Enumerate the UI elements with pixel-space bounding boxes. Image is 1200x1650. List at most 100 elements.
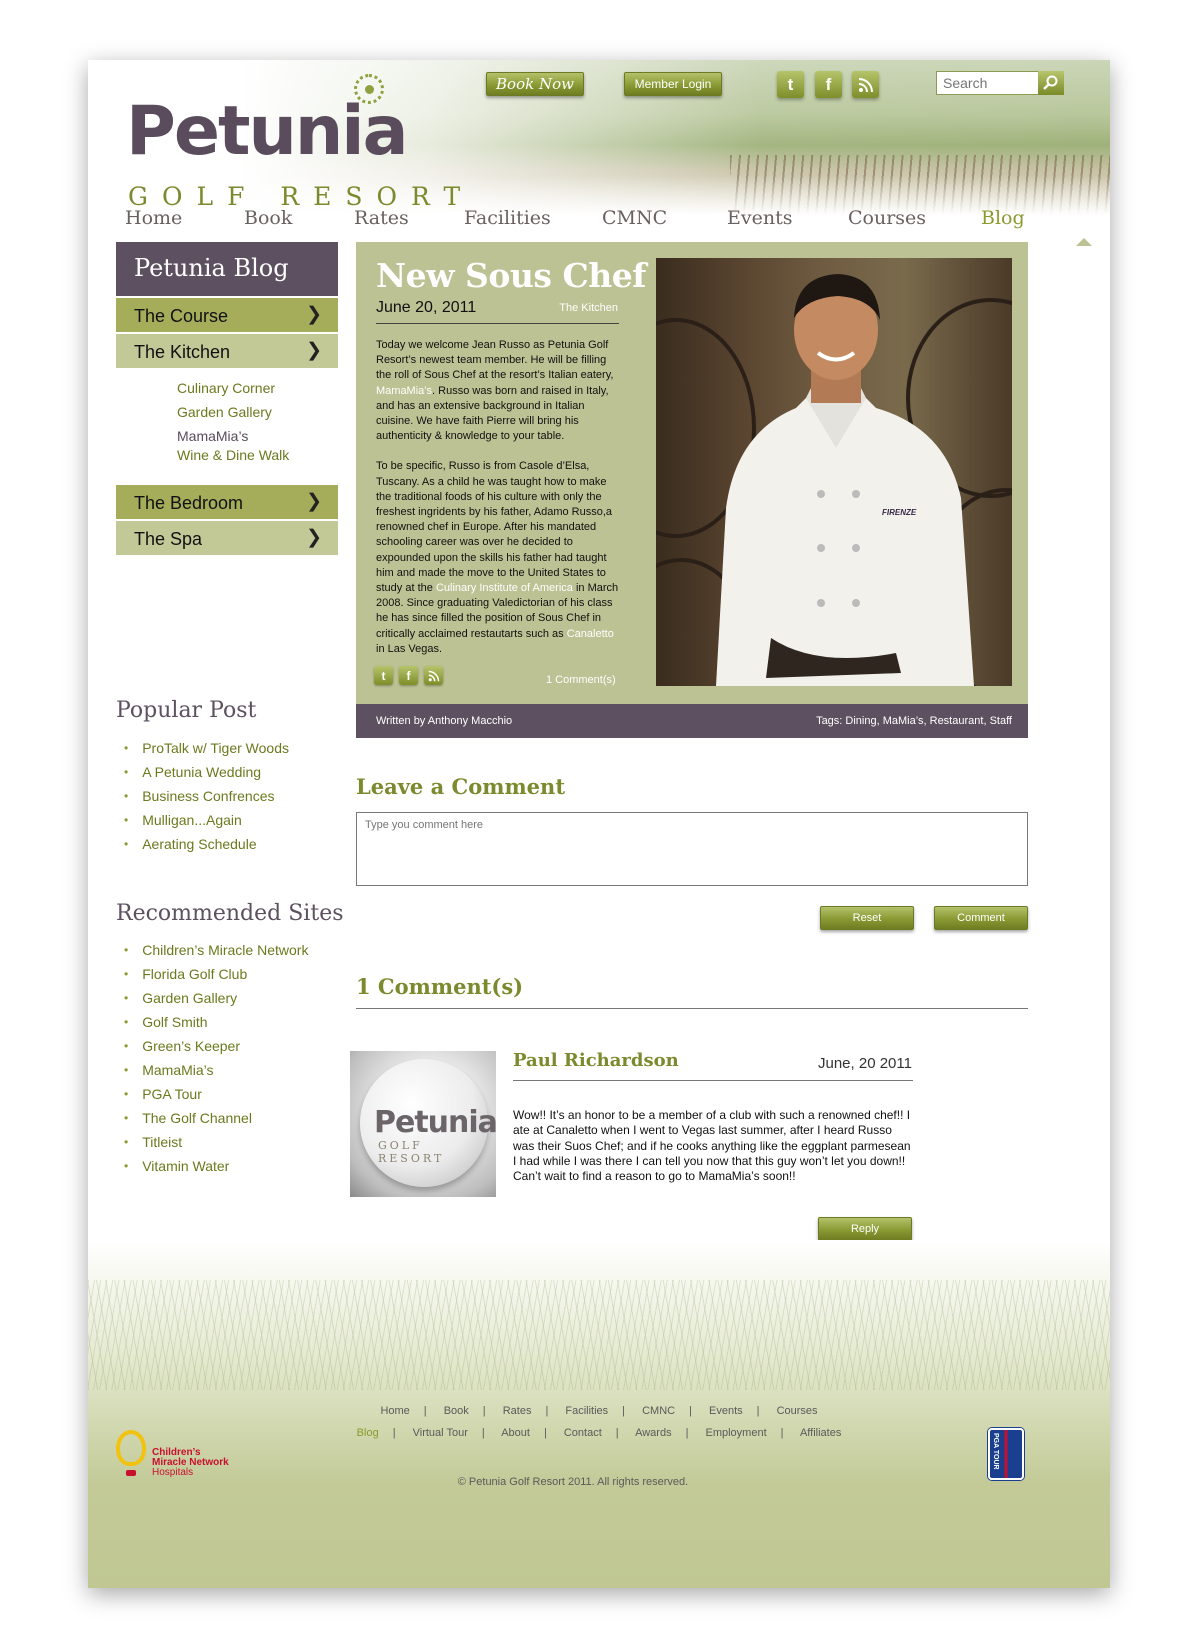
cmn-line: Hospitals <box>152 1467 194 1478</box>
sidebar-item-the-spa[interactable]: The Spa ❯ <box>116 521 338 556</box>
main-nav: Home Book Rates Facilities CMNC Events C… <box>88 205 1110 246</box>
twitter-icon[interactable]: t <box>374 666 393 685</box>
post-text: To be specific, Russo is from Casole d’E… <box>376 460 613 595</box>
twitter-icon[interactable]: t <box>777 71 804 98</box>
search-input[interactable] <box>937 72 1037 94</box>
sidebar-item-label: The Course <box>134 306 229 326</box>
footer-link-home[interactable]: Home <box>380 1405 409 1417</box>
popular-link[interactable]: Mulligan...Again <box>142 812 242 828</box>
nav-cmnc[interactable]: CMNC <box>602 207 667 229</box>
comment-divider <box>513 1080 913 1081</box>
logo[interactable]: Petunia GOLF RESORT <box>126 74 460 211</box>
footer-link-book[interactable]: Book <box>444 1405 469 1417</box>
popular-post-title: Popular Post <box>116 698 257 723</box>
pga-tour-logo[interactable]: PGA TOUR <box>988 1428 1024 1480</box>
nav-courses[interactable]: Courses <box>848 207 926 229</box>
list-item: Children’s Miracle Network <box>124 938 308 962</box>
nav-events[interactable]: Events <box>727 207 792 229</box>
recommended-link[interactable]: Titleist <box>142 1134 182 1150</box>
chevron-right-icon: ❯ <box>306 304 322 325</box>
list-item: Garden Gallery <box>124 986 308 1010</box>
kitchen-sub-links: Culinary Corner Garden Gallery MamaMia’s… <box>177 380 289 471</box>
list-item: Titleist <box>124 1130 308 1154</box>
footer-link-blog[interactable]: Blog <box>357 1427 379 1439</box>
facebook-icon[interactable]: f <box>815 71 842 98</box>
cmn-hospitals-logo[interactable]: Children’s Miracle Network Hospitals <box>116 1430 246 1490</box>
comment-textarea[interactable] <box>356 812 1028 886</box>
sidebar-item-the-course[interactable]: The Course ❯ <box>116 298 338 333</box>
nav-book[interactable]: Book <box>244 207 292 229</box>
tag-link[interactable]: MaMia’s <box>883 715 924 727</box>
comment-count-link[interactable]: 1 Comment(s) <box>546 674 616 686</box>
book-now-button[interactable]: Book Now <box>486 72 584 96</box>
rss-icon[interactable] <box>852 71 879 98</box>
recommended-link[interactable]: Golf Smith <box>142 1014 207 1030</box>
popular-link[interactable]: Aerating Schedule <box>142 836 256 852</box>
nav-home[interactable]: Home <box>125 207 182 229</box>
golf-ball-image: Petunia GOLF RESORT <box>360 1059 498 1187</box>
footer-link-facilities[interactable]: Facilities <box>565 1405 608 1417</box>
commenter-name[interactable]: Paul Richardson <box>513 1050 679 1071</box>
sidebar-item-the-kitchen[interactable]: The Kitchen ❯ <box>116 334 338 369</box>
footer-link-employment[interactable]: Employment <box>706 1427 767 1439</box>
post-tags: Tags: Dining, MaMia’s, Restaurant, Staff <box>816 715 1012 727</box>
author-link[interactable]: Anthony Macchio <box>428 715 512 727</box>
footer-link-cmnc[interactable]: CMNC <box>642 1405 675 1417</box>
tag-link[interactable]: Restaurant <box>930 715 984 727</box>
canaletto-link[interactable]: Canaletto <box>567 628 614 640</box>
recommended-link[interactable]: MamaMia’s <box>142 1062 213 1078</box>
post-footer: Written by Anthony Macchio Tags: Dining,… <box>356 704 1028 738</box>
list-item: Golf Smith <box>124 1010 308 1034</box>
reset-button[interactable]: Reset <box>820 906 914 930</box>
list-item: Aerating Schedule <box>124 832 289 856</box>
popular-link[interactable]: ProTalk w/ Tiger Woods <box>142 740 289 756</box>
footer-link-events[interactable]: Events <box>709 1405 743 1417</box>
recommended-link[interactable]: Florida Golf Club <box>142 966 247 982</box>
reply-button[interactable]: Reply <box>818 1217 912 1241</box>
facebook-icon[interactable]: f <box>399 666 418 685</box>
post-author: Written by Anthony Macchio <box>376 715 512 727</box>
tag-link[interactable]: Staff <box>990 715 1012 727</box>
footer-link-virtual-tour[interactable]: Virtual Tour <box>413 1427 468 1439</box>
avatar-logo-sub: GOLF RESORT <box>378 1139 445 1165</box>
footer-link-rates[interactable]: Rates <box>503 1405 532 1417</box>
chevron-right-icon: ❯ <box>306 491 322 512</box>
sidebar-item-label: The Spa <box>134 529 203 549</box>
rss-icon[interactable] <box>424 666 443 685</box>
member-login-button[interactable]: Member Login <box>624 72 722 96</box>
header: Petunia GOLF RESORT Book Now Member Logi… <box>88 60 1110 215</box>
mamamias-link[interactable]: MamaMia’s <box>376 385 432 397</box>
recommended-link[interactable]: PGA Tour <box>142 1086 202 1102</box>
nav-rates[interactable]: Rates <box>354 207 409 229</box>
popular-link[interactable]: Business Confrences <box>142 788 274 804</box>
sub-link-garden-gallery[interactable]: Garden Gallery <box>177 404 289 420</box>
footer-link-about[interactable]: About <box>501 1427 530 1439</box>
nav-facilities[interactable]: Facilities <box>464 207 551 229</box>
culinary-institute-link[interactable]: Culinary Institute of America <box>436 582 573 594</box>
sub-link-wine-dine-walk[interactable]: Wine & Dine Walk <box>177 447 289 463</box>
comment-button[interactable]: Comment <box>934 906 1028 930</box>
tag-link[interactable]: Dining <box>845 715 876 727</box>
cmn-logo-text: Children’s Miracle Network Hospitals <box>152 1448 229 1478</box>
post-category-link[interactable]: The Kitchen <box>559 302 618 314</box>
leave-comment-title: Leave a Comment <box>356 774 566 799</box>
search-icon[interactable] <box>1038 71 1064 95</box>
footer-link-contact[interactable]: Contact <box>564 1427 602 1439</box>
popular-post-list: ProTalk w/ Tiger Woods A Petunia Wedding… <box>124 736 289 856</box>
nav-blog[interactable]: Blog <box>981 207 1025 229</box>
footer-link-courses[interactable]: Courses <box>777 1405 818 1417</box>
recommended-link[interactable]: Green’s Keeper <box>142 1038 240 1054</box>
footer-link-awards[interactable]: Awards <box>635 1427 671 1439</box>
recommended-link[interactable]: Children’s Miracle Network <box>142 942 308 958</box>
footer-link-affiliates[interactable]: Affiliates <box>800 1427 841 1439</box>
recommended-link[interactable]: The Golf Channel <box>142 1110 252 1126</box>
lightbulb-base <box>126 1470 136 1476</box>
post-body: Today we welcome Jean Russo as Petunia G… <box>376 338 621 672</box>
sidebar-item-the-bedroom[interactable]: The Bedroom ❯ <box>116 485 338 520</box>
sub-link-mamamias[interactable]: MamaMia’s <box>177 428 289 444</box>
pga-logo-text: PGA TOUR <box>992 1433 999 1470</box>
recommended-link[interactable]: Garden Gallery <box>142 990 237 1006</box>
recommended-link[interactable]: Vitamin Water <box>142 1158 229 1174</box>
sub-link-culinary-corner[interactable]: Culinary Corner <box>177 380 289 396</box>
popular-link[interactable]: A Petunia Wedding <box>142 764 261 780</box>
